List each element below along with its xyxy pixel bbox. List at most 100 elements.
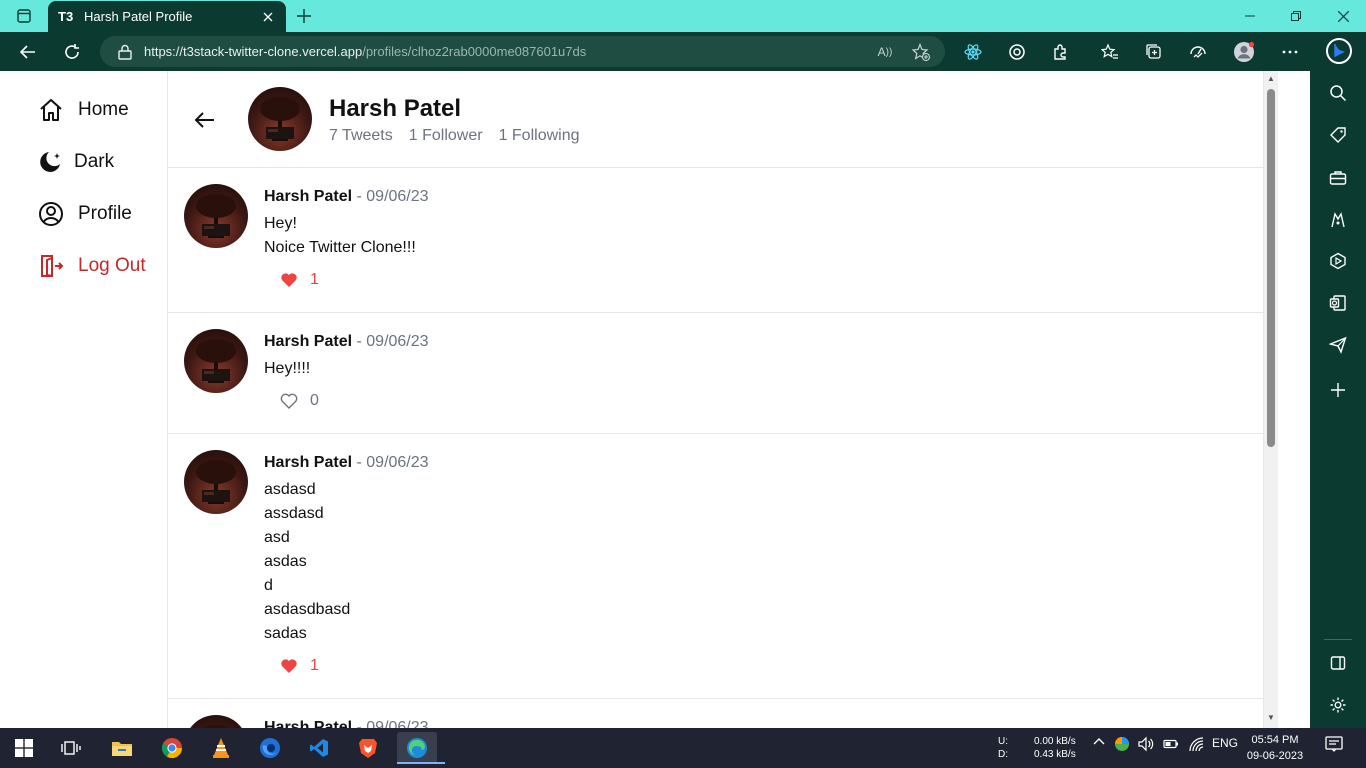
vscode-icon[interactable]	[299, 732, 339, 764]
restore-button[interactable]	[1273, 0, 1319, 32]
read-aloud-icon[interactable]: A))	[876, 43, 894, 61]
tweet-content: asdasd assdasd asd asdas d asdasdbasd sa…	[264, 478, 350, 646]
back-arrow-button[interactable]	[192, 107, 218, 133]
tweet-avatar[interactable]	[184, 184, 248, 248]
tab-actions-icon[interactable]	[0, 0, 48, 32]
moon-icon	[40, 152, 60, 172]
tweet-author[interactable]: Harsh Patel	[264, 188, 352, 205]
like-button[interactable]: 1	[280, 271, 319, 289]
address-bar[interactable]: https://t3stack-twitter-clone.vercel.app…	[100, 36, 945, 67]
tweet-line: asd	[264, 529, 290, 546]
nav-logout[interactable]: Log Out	[38, 253, 146, 279]
volume-icon[interactable]	[1138, 736, 1154, 752]
scroll-down-arrow-icon[interactable]: ▼	[1266, 713, 1276, 723]
extensions-icon[interactable]	[1049, 40, 1073, 64]
scroll-up-arrow-icon[interactable]: ▲	[1266, 74, 1276, 84]
outlook-icon[interactable]	[1326, 291, 1350, 315]
office-icon[interactable]	[1326, 249, 1350, 273]
url-text: https://t3stack-twitter-clone.vercel.app…	[144, 44, 586, 59]
like-button[interactable]: 1	[280, 657, 319, 675]
react-devtools-icon[interactable]	[961, 40, 985, 64]
firefox-icon[interactable]	[250, 732, 290, 764]
nav-profile[interactable]: Profile	[38, 201, 132, 227]
search-icon[interactable]	[1326, 81, 1350, 105]
wifi-icon[interactable]	[1188, 736, 1204, 752]
favorites-icon[interactable]	[1098, 40, 1122, 64]
web-page: Home Dark Profile Log Out Harsh Patel 7 …	[0, 71, 1310, 728]
tweet-header: Harsh Patel - 09/06/23	[264, 454, 429, 472]
tweet-avatar[interactable]	[184, 329, 248, 393]
chrome-icon[interactable]	[152, 732, 192, 764]
start-windows-icon[interactable]	[4, 732, 44, 764]
tweet-date: - 09/06/23	[352, 719, 429, 728]
add-favorite-icon[interactable]	[912, 43, 930, 61]
vlc-icon[interactable]	[201, 732, 241, 764]
lock-icon[interactable]	[118, 44, 132, 60]
tweet-author[interactable]: Harsh Patel	[264, 719, 352, 728]
hide-sidebar-icon[interactable]	[1326, 651, 1350, 675]
tree-avatar-icon	[196, 339, 236, 383]
new-tab-button[interactable]	[292, 6, 316, 26]
show-hidden-icons-chevron-icon[interactable]	[1093, 736, 1105, 748]
send-icon[interactable]	[1326, 333, 1350, 357]
tweet-line: Hey!	[264, 215, 297, 232]
refresh-button[interactable]	[56, 36, 88, 68]
battery-icon[interactable]	[1163, 736, 1179, 752]
add-sidebar-app-icon[interactable]	[1326, 378, 1350, 402]
tools-briefcase-icon[interactable]	[1326, 166, 1350, 190]
like-button[interactable]: 0	[280, 392, 319, 410]
tweet-header: Harsh Patel - 09/06/23	[264, 719, 429, 728]
shopping-tag-icon[interactable]	[1326, 123, 1350, 147]
brave-icon[interactable]	[348, 732, 388, 764]
nav-home[interactable]: Home	[38, 97, 129, 123]
browser-tab[interactable]: T3 Harsh Patel Profile	[48, 1, 286, 32]
tweet-avatar[interactable]	[184, 450, 248, 514]
tab-title: Harsh Patel Profile	[84, 9, 193, 24]
tweet-line: asdasd	[264, 481, 316, 498]
tweet-line: asdas	[264, 553, 307, 570]
task-view-icon[interactable]	[51, 732, 91, 764]
nav-home-label: Home	[78, 99, 129, 120]
net-down-speed: 0.43 kB/s	[1034, 749, 1076, 760]
collections-icon[interactable]	[1142, 40, 1166, 64]
page-scrollbar[interactable]: ▲ ▼	[1264, 71, 1278, 728]
tweet-date: - 09/06/23	[352, 454, 429, 471]
back-nav-button[interactable]	[12, 36, 44, 68]
tweet-count: 7 Tweets	[329, 127, 393, 144]
performance-icon[interactable]	[1186, 40, 1210, 64]
nav-dark-mode[interactable]: Dark	[38, 149, 114, 175]
color-wheel-tray-icon[interactable]	[1114, 736, 1130, 752]
profile-avatar[interactable]	[248, 87, 312, 151]
heart-outline-icon	[280, 393, 298, 409]
minimize-button[interactable]	[1227, 0, 1273, 32]
main-feed: Harsh Patel 7 Tweets 1 Follower 1 Follow…	[167, 71, 1265, 728]
games-icon[interactable]	[1326, 208, 1350, 232]
more-options-icon[interactable]	[1278, 40, 1302, 64]
tweet-header: Harsh Patel - 09/06/23	[264, 333, 429, 351]
heart-filled-icon	[281, 659, 297, 673]
net-up-speed: 0.00 kB/s	[1034, 736, 1076, 747]
file-explorer-icon[interactable]	[102, 732, 142, 764]
close-tab-icon[interactable]	[260, 9, 276, 25]
follower-count[interactable]: 1 Follower	[409, 127, 483, 145]
tree-avatar-icon	[196, 194, 236, 238]
profile-header: Harsh Patel 7 Tweets 1 Follower 1 Follow…	[168, 71, 1265, 168]
tweet-author[interactable]: Harsh Patel	[264, 454, 352, 471]
language-indicator[interactable]: ENG	[1212, 736, 1238, 750]
tweet-avatar[interactable]	[184, 715, 248, 728]
url-path: /profiles/clhoz2rab0000me087601u7ds	[362, 44, 587, 59]
system-clock[interactable]: 05:54 PM 09-06-2023	[1242, 732, 1308, 764]
scrollbar-thumb[interactable]	[1267, 89, 1275, 447]
bing-chat-icon[interactable]	[1324, 36, 1354, 66]
notification-center-icon[interactable]	[1325, 736, 1343, 752]
browser-toolbar: https://t3stack-twitter-clone.vercel.app…	[0, 32, 1366, 71]
settings-gear-icon[interactable]	[1326, 693, 1350, 717]
following-count[interactable]: 1 Following	[499, 127, 580, 145]
close-window-button[interactable]	[1320, 0, 1366, 32]
tweet-author[interactable]: Harsh Patel	[264, 333, 352, 350]
user-circle-icon	[39, 202, 63, 226]
edge-taskbar-icon[interactable]	[397, 732, 445, 764]
profile-avatar-icon[interactable]	[1232, 40, 1256, 64]
clock-time: 05:54 PM	[1251, 734, 1299, 746]
target-extension-icon[interactable]	[1005, 40, 1029, 64]
